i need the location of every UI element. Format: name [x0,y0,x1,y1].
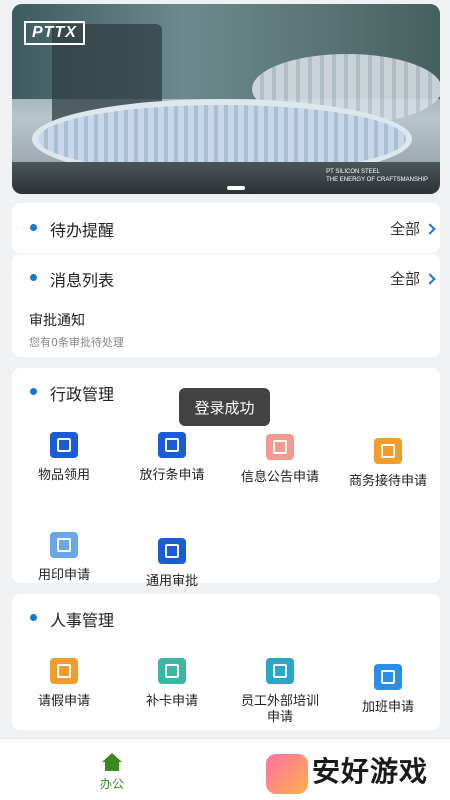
section-dot [30,274,37,281]
admin-item-reception[interactable]: 商务接待申请 [343,438,433,490]
carousel-indicator [227,186,245,190]
home-icon [101,753,123,771]
tab-office-label: 办公 [99,777,124,791]
todo-more-label: 全部 [389,220,420,238]
section-dot [30,388,37,395]
hr-item-label: 员工外部培训申请 [240,694,319,725]
section-dot [30,614,37,621]
training-icon [266,658,294,684]
hr-item-leave[interactable]: 请假申请 [19,658,109,710]
message-item-desc: 您有0条审批待处理 [29,336,124,349]
hr-item-card-fix[interactable]: 补卡申请 [127,658,217,710]
section-dot [30,224,37,231]
overtime-icon [374,664,402,690]
approval-icon [158,538,186,564]
todo-more-link[interactable]: 全部 [389,218,436,239]
admin-item-label: 商务接待申请 [348,474,427,489]
admin-item-label: 用印申请 [37,568,90,583]
hr-title: 人事管理 [50,611,115,630]
banner-caption: PT SILICON STEEL THE ENERGY OF CRAFTSMAN… [326,168,428,184]
banner-caption-line1: PT SILICON STEEL [326,169,380,175]
hr-card: 人事管理 请假申请 补卡申请 员工外部培训申请 加班申请 [12,594,440,730]
hr-item-label: 补卡申请 [145,694,198,709]
todo-card[interactable]: 待办提醒 全部 [12,203,440,253]
coffee-icon [374,438,402,464]
announcement-icon [266,434,294,460]
admin-item-goods[interactable]: 物品领用 [19,432,109,484]
todo-title: 待办提醒 [50,221,115,240]
tab-office[interactable]: 办公 [92,753,132,792]
item-requisition-icon [50,432,78,458]
admin-item-label: 信息公告申请 [240,470,319,485]
gamepad-icon [266,754,308,794]
admin-item-label: 通用审批 [145,574,198,589]
messages-more-link[interactable]: 全部 [389,268,436,289]
banner-carousel[interactable]: PTTX PT SILICON STEEL THE ENERGY OF CRAF… [12,4,440,194]
watermark-text: 安好游戏 [312,755,429,788]
brand-logo: PTTX [24,21,85,45]
calendar-icon [158,658,186,684]
admin-item-release[interactable]: 放行条申请 [127,432,217,484]
messages-card: 消息列表 全部 审批通知 您有0条审批待处理 [12,254,440,357]
message-item[interactable]: 审批通知 您有0条审批待处理 [29,310,124,350]
chevron-right-icon [424,222,436,235]
release-pass-icon [158,432,186,458]
messages-more-label: 全部 [389,270,420,288]
leave-icon [50,658,78,684]
admin-item-approval[interactable]: 通用审批 [127,538,217,590]
admin-item-seal[interactable]: 用印申请 [19,532,109,584]
hr-item-label: 加班申请 [361,700,414,715]
chevron-right-icon [424,272,436,285]
messages-title: 消息列表 [50,271,115,290]
admin-item-label: 物品领用 [37,468,90,483]
watermark: 安好游戏 [266,748,446,798]
admin-item-label: 放行条申请 [139,468,205,483]
seal-icon [50,532,78,558]
admin-title: 行政管理 [50,385,115,404]
hr-item-overtime[interactable]: 加班申请 [343,664,433,716]
hr-item-training[interactable]: 员工外部培训申请 [235,658,325,726]
banner-caption-line2: THE ENERGY OF CRAFTSMANSHIP [326,177,428,183]
message-item-title: 审批通知 [29,313,85,329]
admin-item-announcement[interactable]: 信息公告申请 [235,434,325,486]
toast-message: 登录成功 [179,388,270,426]
hr-item-label: 请假申请 [37,694,90,709]
